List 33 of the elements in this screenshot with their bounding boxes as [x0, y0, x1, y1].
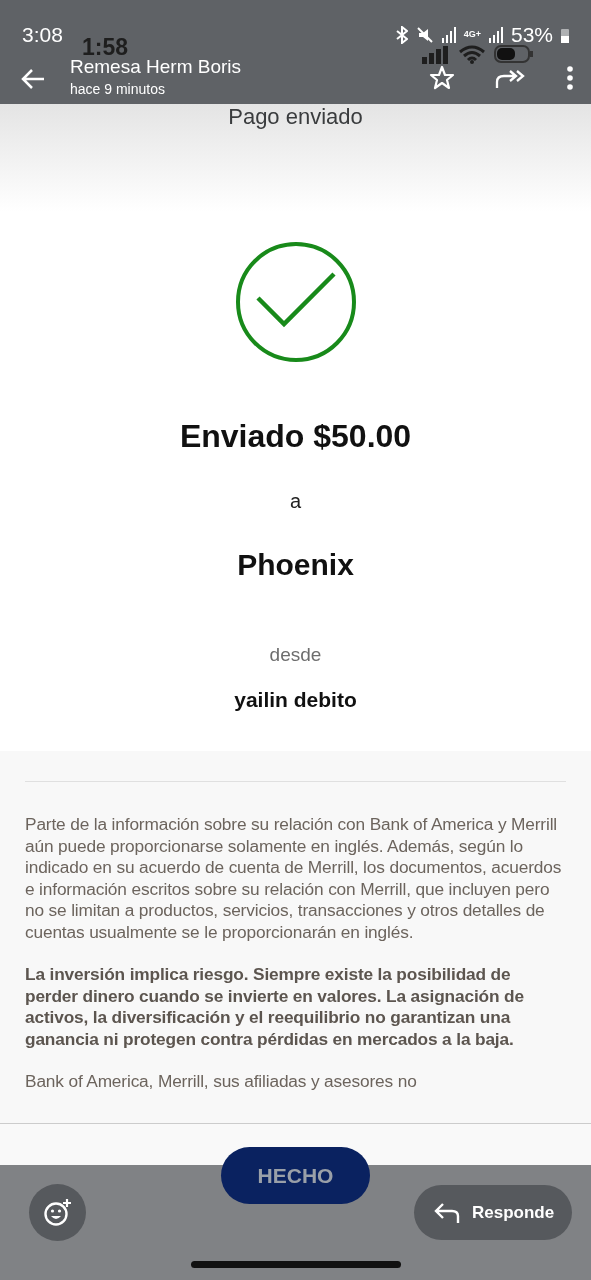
network-type-text: 4G+ [463, 28, 481, 42]
done-button[interactable]: HECHO [221, 1147, 370, 1204]
recipient-label: a [288, 489, 303, 514]
battery-icon [494, 44, 534, 64]
timestamp-text: hace 9 minutos [70, 79, 166, 99]
signal-icon [420, 46, 450, 64]
battery-icon [561, 27, 569, 43]
wifi-icon [458, 44, 486, 64]
reply-button[interactable]: Responde [414, 1185, 572, 1240]
star-button[interactable] [429, 64, 455, 91]
disclaimer-paragraph: Parte de la información sobre su relación con Bank of America y Merrill aún puede proporcionarse solamente en inglés. Además, según lo indicado en su acuerdo de cuenta de Merrill, los documentos, acuerdos e información escritos sobre su relación con Merrill, que incluyen pero no se limitan a productos, servicios, transacciones y otros detalles de cuentas usualmente se le proporcionarán en inglés. [25, 814, 563, 943]
star-icon [429, 64, 455, 91]
recipient-name: Phoenix [236, 547, 355, 583]
disclaimer-paragraph: Bank of America, Merrill, sus afiliadas y asesores no [25, 1071, 418, 1093]
account-name: yailin debito [233, 686, 358, 713]
bluetooth-icon [395, 26, 408, 44]
check-circle-icon [233, 240, 358, 364]
more-button[interactable] [567, 65, 573, 91]
clock-text: 3:08 [22, 22, 63, 49]
battery-text: 53% [510, 22, 553, 49]
source-label: desde [268, 643, 323, 667]
disclaimer-paragraph: La inversión implica riesgo. Siempre existe la posibilidad de perder dinero cuando se invierte en valores. La asignación de activos, la diversificación y el reequilibrio no garantizan una ganancia ni protegen contra pérdidas en mercados a la baja. [25, 964, 525, 1050]
reply-icon [434, 1201, 460, 1224]
back-arrow-icon [20, 67, 46, 90]
signal-icon [441, 27, 456, 43]
add-reaction-button[interactable] [29, 1184, 86, 1241]
more-icon [567, 66, 573, 91]
mute-icon [415, 26, 434, 44]
screen-title: Pago enviado [228, 104, 363, 129]
signal-icon [488, 27, 503, 43]
amount-text: Enviado $50.00 [178, 417, 413, 456]
forward-icon [495, 67, 527, 90]
emoji-add-icon [42, 1197, 73, 1228]
